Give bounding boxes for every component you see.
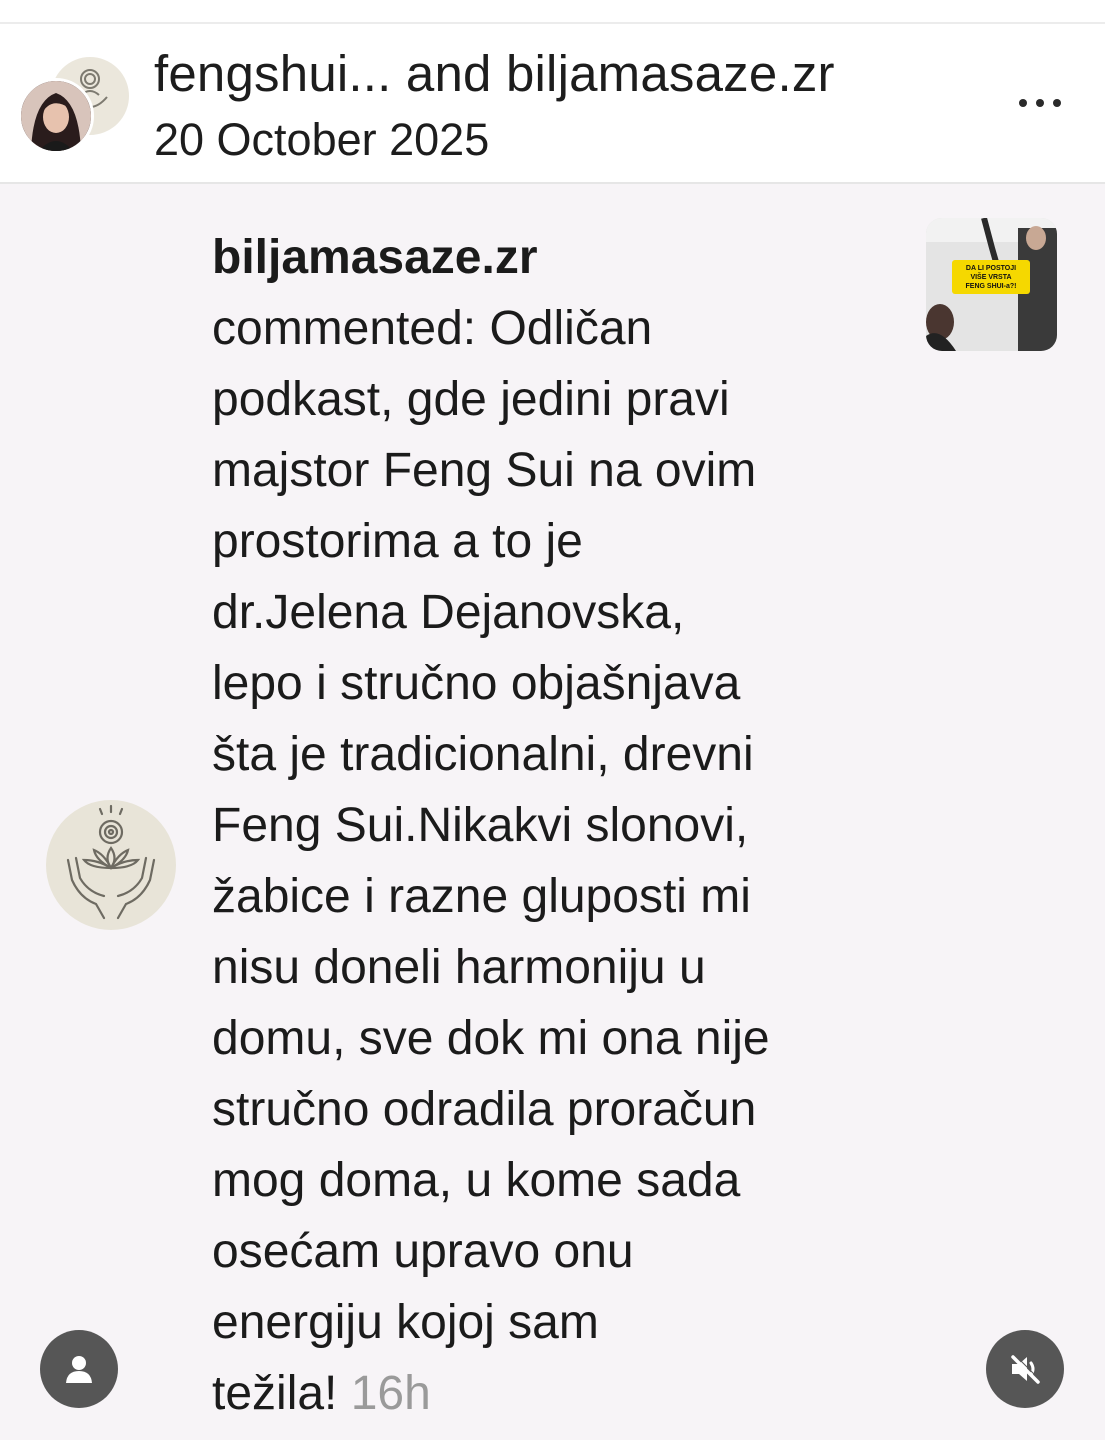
comment-line: osećam upravo onu	[212, 1225, 634, 1278]
comment-line: žabice i razne gluposti mi	[212, 870, 751, 923]
more-horizontal-icon	[1019, 99, 1027, 107]
comment-line: nisu doneli harmoniju u	[212, 941, 706, 994]
comment-line: majstor Feng Sui na ovim	[212, 444, 757, 497]
thumbnail-caption: DA LI POSTOJI VIŠE VRSTA FENG SHUI-a?!	[952, 260, 1030, 294]
notification-screen: fengshui... and biljamasaze.zr 20 Octobe…	[0, 0, 1105, 1440]
comment-line: dr.Jelena Dejanovska,	[212, 586, 685, 639]
comment-line: energiju kojoj sam	[212, 1296, 599, 1349]
comment-last-line: težila! 16h	[212, 1358, 902, 1429]
comment-line: podkast, gde jedini pravi	[212, 373, 730, 426]
profile-photo-avatar	[18, 78, 94, 154]
comment-line: mog doma, u kome sada	[212, 1154, 741, 1207]
thumbnail-caption-line: FENG SHUI-a?!	[965, 283, 1017, 290]
comment-line: šta je tradicionalni, drevni	[212, 728, 754, 781]
comment-line: stručno odradila proračun	[212, 1083, 757, 1136]
post-thumbnail[interactable]: DA LI POSTOJI VIŠE VRSTA FENG SHUI-a?!	[926, 218, 1057, 351]
commenter-avatar[interactable]	[46, 800, 176, 930]
commenter-username[interactable]: biljamasaze.zr	[212, 222, 902, 293]
comment-line: domu, sve dok mi ona nije	[212, 1012, 770, 1065]
header-date: 20 October 2025	[154, 114, 490, 165]
thumbnail-caption-line: VIŠE VRSTA	[970, 274, 1012, 281]
more-horizontal-icon	[1036, 99, 1044, 107]
comment-line: prostorima a to je	[212, 515, 583, 568]
profile-button[interactable]	[40, 1330, 118, 1408]
notification-time: 16h	[350, 1367, 431, 1420]
comment-line: commented: Odličan	[212, 302, 653, 355]
comment-line: težila!	[212, 1367, 338, 1420]
header-title[interactable]: fengshui... and biljamasaze.zr	[154, 44, 835, 103]
speaker-muted-icon	[1011, 1354, 1041, 1384]
person-photo-icon	[21, 81, 91, 151]
comment-line: lepo i stručno objašnjava	[212, 657, 741, 710]
notification-text[interactable]: biljamasaze.zr commented: Odličan podkas…	[212, 222, 902, 1429]
collab-avatars[interactable]	[18, 54, 132, 154]
more-options-button[interactable]	[1010, 88, 1070, 118]
mute-button[interactable]	[986, 1330, 1064, 1408]
more-horizontal-icon	[1053, 99, 1061, 107]
lotus-hands-logo-icon	[66, 804, 156, 920]
person-icon	[66, 1356, 92, 1383]
thumbnail-caption-line: DA LI POSTOJI	[965, 265, 1017, 272]
comment-line: Feng Sui.Nikakvi slonovi,	[212, 799, 749, 852]
